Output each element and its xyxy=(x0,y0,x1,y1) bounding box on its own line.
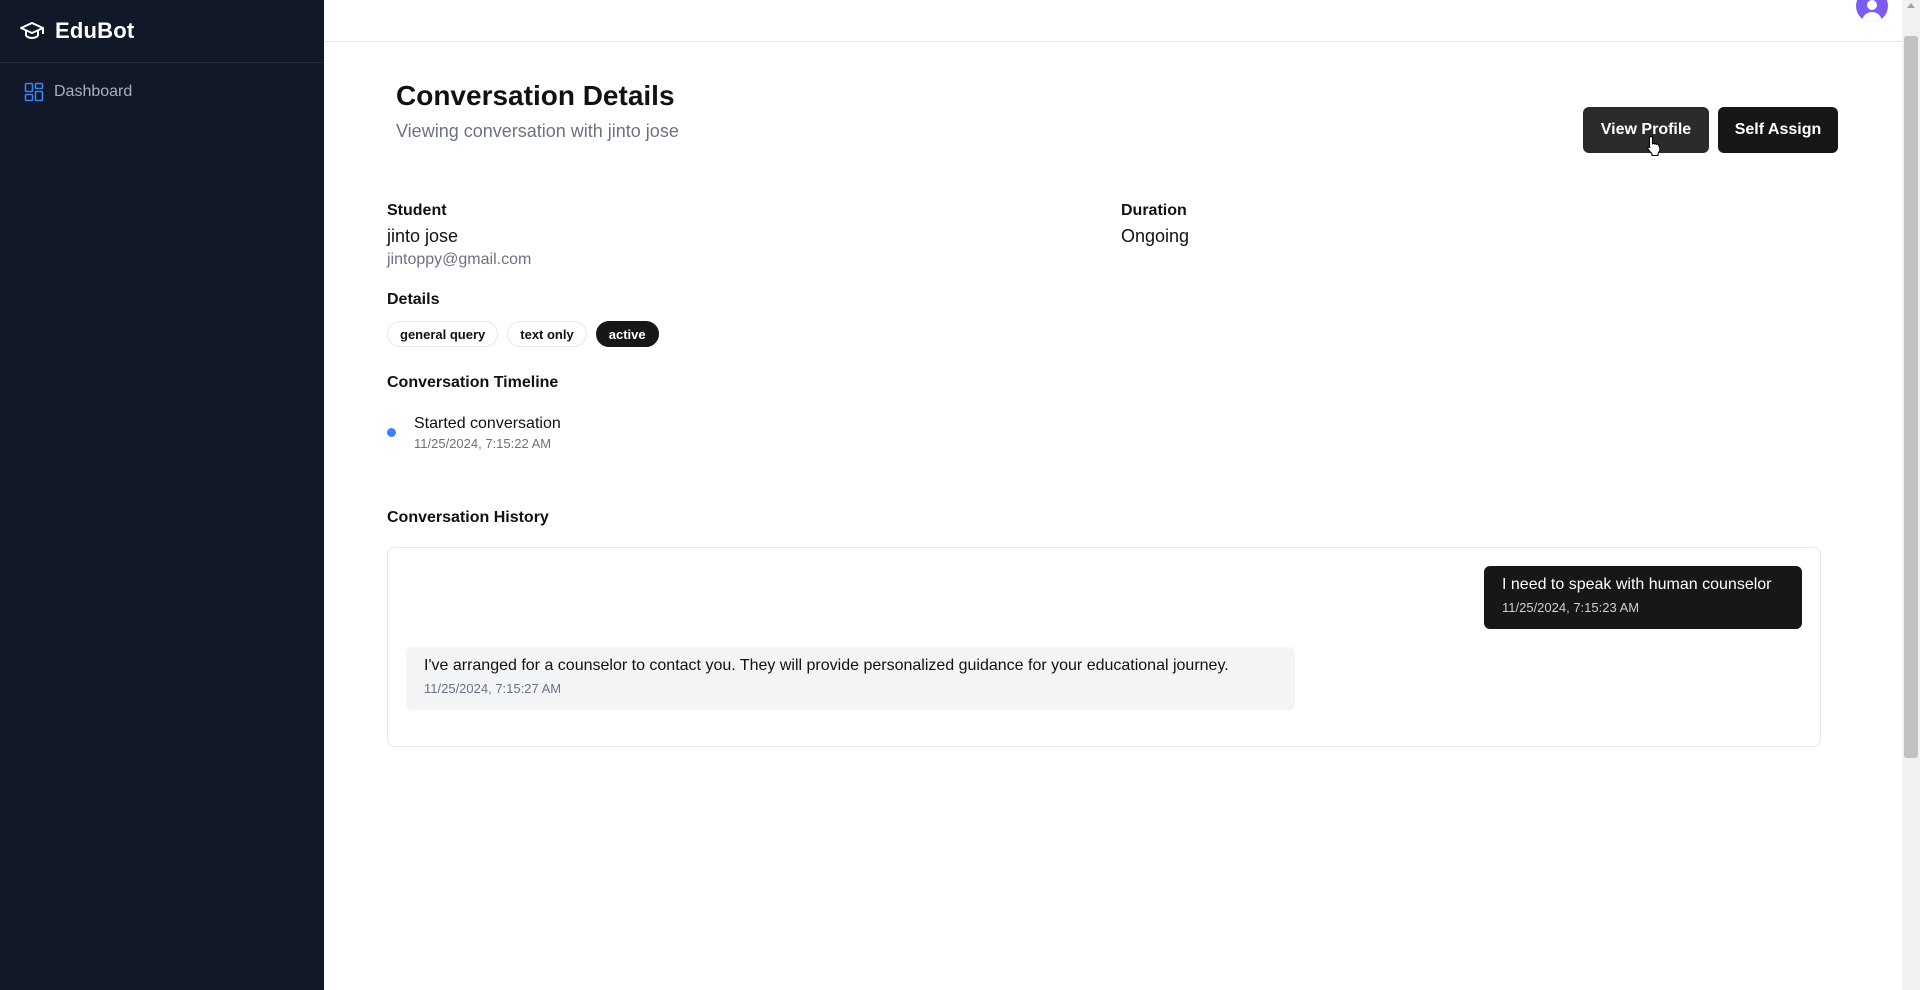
page-title: Conversation Details xyxy=(396,80,675,111)
details-tags: general query text only active xyxy=(387,321,659,347)
message-user: I need to speak with human counselor 11/… xyxy=(1484,566,1802,629)
vertical-scrollbar[interactable] xyxy=(1902,0,1920,990)
message-time: 11/25/2024, 7:15:27 AM xyxy=(424,681,562,696)
message-text: I need to speak with human counselor xyxy=(1502,576,1772,593)
topbar xyxy=(324,0,1902,42)
sidebar: EduBot Dashboard xyxy=(0,0,324,990)
sidebar-item-dashboard[interactable]: Dashboard xyxy=(0,74,324,110)
self-assign-button[interactable]: Self Assign xyxy=(1718,107,1838,153)
student-email: jintoppy@gmail.com xyxy=(387,251,532,268)
timeline-event-text: Started conversation xyxy=(414,415,561,432)
timeline-label: Conversation Timeline xyxy=(387,374,559,391)
scroll-up-arrow-icon[interactable] xyxy=(1907,3,1915,8)
tag-general-query: general query xyxy=(387,321,499,347)
message-text: I've arranged for a counselor to contact… xyxy=(424,657,1229,674)
status-badge: active xyxy=(595,321,659,347)
main-content: Conversation Details Viewing conversatio… xyxy=(324,43,1902,990)
history-label: Conversation History xyxy=(387,509,549,526)
message-time: 11/25/2024, 7:15:23 AM xyxy=(1502,600,1640,615)
page-subtitle: Viewing conversation with jinto jose xyxy=(396,121,679,141)
duration-label: Duration xyxy=(1121,202,1187,219)
timeline-event-time: 11/25/2024, 7:15:22 AM xyxy=(414,436,552,451)
student-name: jinto jose xyxy=(387,226,459,246)
timeline-dot-icon xyxy=(387,428,396,437)
student-label: Student xyxy=(387,202,447,219)
user-avatar-icon[interactable] xyxy=(1856,0,1888,22)
brand-name: EduBot xyxy=(55,18,135,43)
tag-text-only: text only xyxy=(507,321,587,347)
conversation-history: I need to speak with human counselor 11/… xyxy=(387,547,1821,747)
dashboard-grid-icon xyxy=(24,82,44,102)
details-label: Details xyxy=(387,291,440,308)
scrollbar-thumb[interactable] xyxy=(1904,36,1918,758)
graduation-cap-icon xyxy=(19,20,45,42)
message-bot: I've arranged for a counselor to contact… xyxy=(406,647,1295,710)
duration-value: Ongoing xyxy=(1121,226,1190,246)
sidebar-item-label: Dashboard xyxy=(54,83,133,100)
pointer-cursor-icon xyxy=(1646,135,1662,157)
brand[interactable]: EduBot xyxy=(0,0,324,63)
